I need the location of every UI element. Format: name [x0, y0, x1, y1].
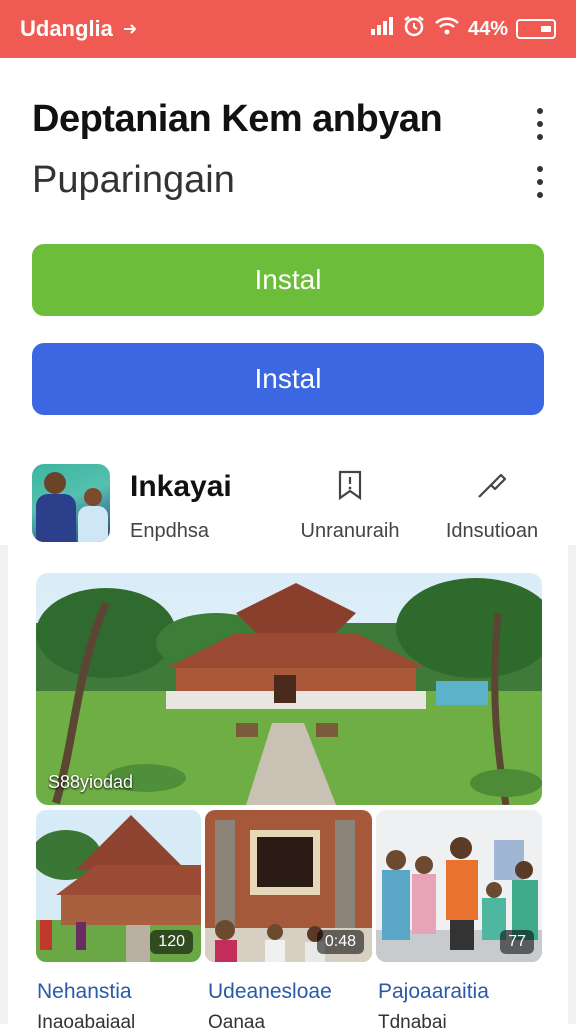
share-icon	[475, 468, 509, 502]
thumb-3-badge: 77	[500, 930, 534, 954]
page-subtitle: Puparingain	[32, 159, 235, 201]
traditional-house-image	[36, 573, 542, 805]
scroll-edge-left	[0, 545, 8, 1024]
bookmark-action[interactable]: Unranuraih	[294, 468, 406, 543]
thumb-3-title[interactable]: Pajoaaraitia	[378, 980, 489, 1004]
thumb-2-subtitle: Oanaa	[208, 1012, 266, 1033]
gallery-thumb-3[interactable]: 77	[376, 810, 542, 962]
app-developer: Enpdhsa	[130, 520, 209, 542]
status-left: Udanglia	[20, 16, 370, 42]
gallery-main-image[interactable]: S88yiodad	[36, 573, 542, 805]
arrow-icon	[123, 16, 139, 42]
alarm-icon	[402, 14, 426, 44]
app-info-row: Inkayai Enpdhsa Unranuraih Idnsutioan	[32, 464, 544, 544]
app-name: Inkayai	[130, 470, 232, 503]
thumb-2-badge: 0:48	[316, 930, 364, 954]
gallery-thumb-1[interactable]: 120	[36, 810, 201, 962]
thumb-1-title[interactable]: Nehanstia	[37, 980, 132, 1004]
wifi-icon	[434, 16, 460, 42]
install-button-secondary[interactable]: Instal	[32, 343, 544, 415]
status-label: Udanglia	[20, 16, 113, 41]
bookmark-label: Unranuraih	[300, 520, 400, 542]
signal-icon	[370, 16, 394, 42]
page-title: Deptanian Kem anbyan	[32, 98, 443, 140]
thumb-2-title[interactable]: Udeanesloae	[208, 980, 332, 1004]
share-action[interactable]: Idnsutioan	[440, 468, 544, 543]
thumb-3-subtitle: Tdnabai	[378, 1012, 447, 1033]
thumb-1-subtitle: Inaoabaiaal	[37, 1012, 136, 1033]
more-options-icon-secondary[interactable]	[528, 162, 552, 202]
thumb-1-badge: 120	[150, 930, 193, 954]
scroll-edge-right	[568, 545, 576, 1024]
app-icon[interactable]	[32, 464, 110, 542]
status-bar: Udanglia 44%	[0, 0, 576, 58]
battery-text: 44%	[467, 17, 508, 40]
header: Deptanian Kem anbyan Puparingain	[32, 98, 552, 202]
status-right: 44%	[370, 14, 556, 44]
more-options-icon[interactable]	[528, 104, 552, 144]
gallery-main-tag: S88yiodad	[48, 772, 134, 792]
install-button-primary[interactable]: Instal	[32, 244, 544, 316]
share-label: Idnsutioan	[445, 520, 539, 542]
bookmark-icon	[336, 468, 364, 502]
battery-icon	[516, 19, 556, 39]
gallery-thumb-2[interactable]: 0:48	[205, 810, 372, 962]
